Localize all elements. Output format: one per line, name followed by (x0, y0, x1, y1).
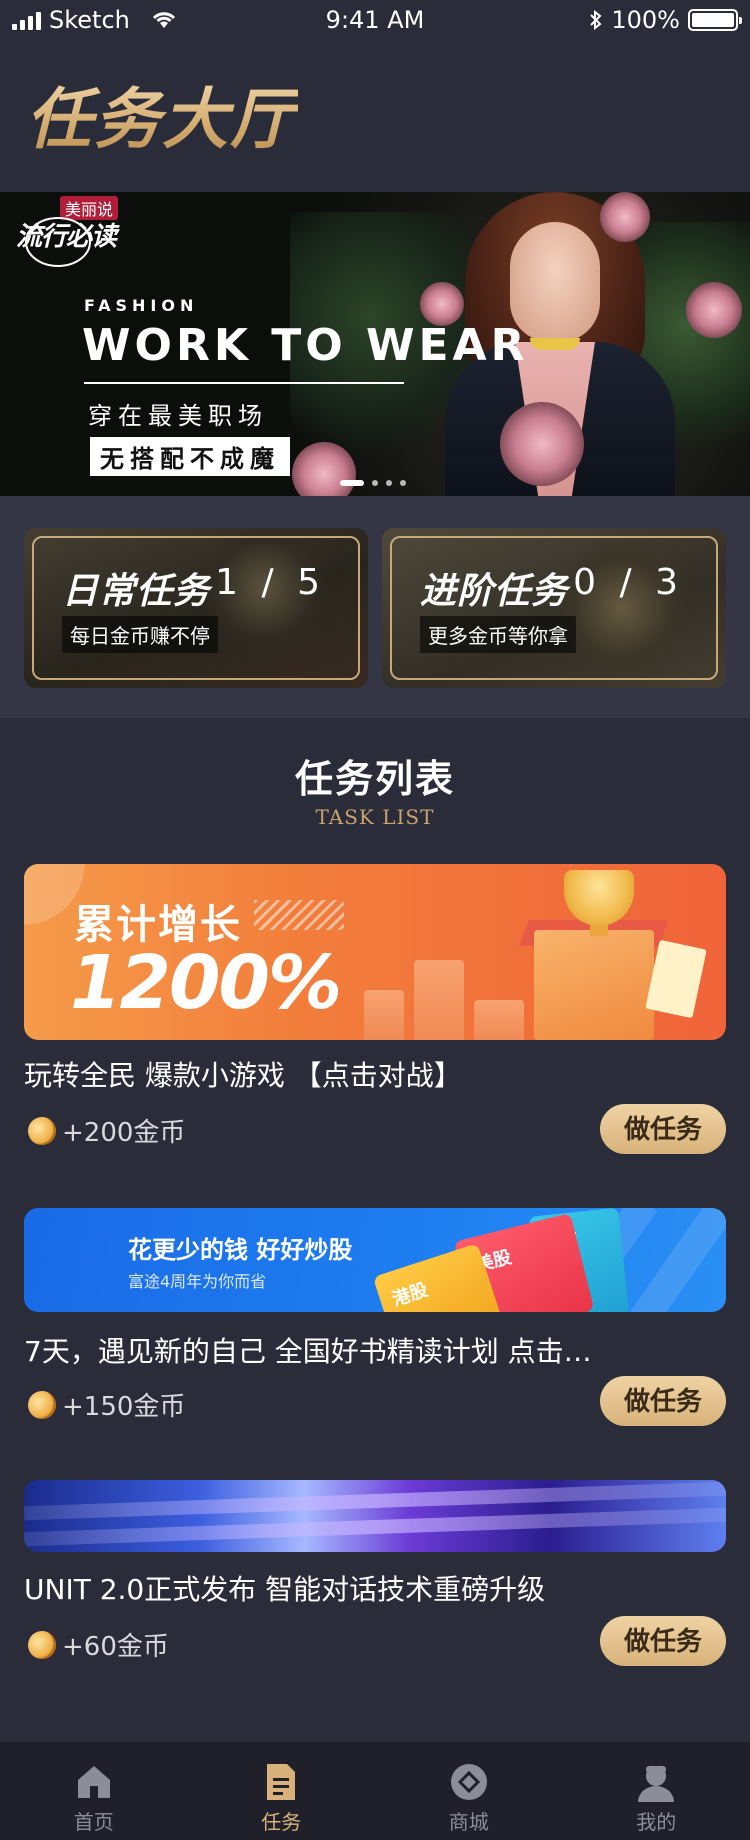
banknote-decoration (645, 939, 707, 1019)
page-title: 任务大厅 (26, 66, 298, 162)
tab-home[interactable]: 首页 (0, 1742, 188, 1840)
do-task-button[interactable]: 做任务 (600, 1616, 726, 1666)
thumb-subline: 富途4周年为你而省 (128, 1272, 267, 1291)
tab-shop[interactable]: 商城 (375, 1742, 563, 1840)
tab-tasks[interactable]: 任务 (188, 1742, 376, 1840)
bar-decoration (414, 960, 464, 1040)
zigzag-decoration (254, 900, 344, 930)
banner-subline: 穿在最美职场 (88, 402, 268, 430)
task-item[interactable]: 累计增长 1200% 玩转全民 爆款小游戏 【点击对战】 +200金币 做任务 (24, 864, 726, 1154)
daily-task-card[interactable]: 日常任务 1 / 5 每日金币赚不停 (24, 528, 368, 688)
advanced-task-card[interactable]: 进阶任务 0 / 3 更多金币等你拿 (382, 528, 726, 688)
banner-divider (84, 382, 404, 384)
banner-tagline: 无搭配不成魔 (90, 437, 290, 476)
task-name: 7天，遇见新的自己 全国好书精读计划 点击… (24, 1335, 592, 1368)
card-progress: 0 / 3 (573, 562, 684, 603)
pagination-dot[interactable] (386, 480, 392, 486)
card-subtitle: 每日金币赚不停 (62, 616, 218, 653)
reward-amount: +200金币 (62, 1118, 186, 1148)
reward-amount: +150金币 (62, 1392, 186, 1422)
shop-icon (450, 1764, 487, 1800)
card-title: 进阶任务 (420, 571, 569, 612)
pagination-dot-active[interactable] (340, 480, 364, 486)
task-name: 玩转全民 爆款小游戏 【点击对战】 (24, 1059, 462, 1092)
banner-headline: WORK TO WEAR (82, 320, 529, 371)
pagination-dot[interactable] (400, 480, 406, 486)
home-icon (77, 1766, 110, 1798)
do-task-button[interactable]: 做任务 (600, 1376, 726, 1426)
task-list-title: 任务列表 (294, 757, 455, 801)
user-icon (638, 1766, 675, 1802)
bar-decoration (364, 990, 404, 1040)
card-progress: 1 / 5 (215, 562, 326, 603)
pagination-dot[interactable] (372, 480, 378, 486)
thumb-figure: 1200% (70, 940, 342, 1026)
battery-icon (688, 9, 742, 31)
task-thumbnail[interactable]: 花更少的钱 好好炒股 富途4周年为你而省 港股 美股 港股 (24, 1208, 726, 1312)
bar-decoration (474, 1000, 524, 1040)
task-thumbnail[interactable] (24, 1480, 726, 1552)
tab-label: 商城 (448, 1810, 489, 1834)
flower-decoration (500, 402, 584, 486)
document-icon (267, 1764, 296, 1800)
tab-label: 首页 (73, 1810, 114, 1834)
card-label: 港股 (389, 1279, 431, 1311)
battery-percent: 100% (611, 6, 680, 34)
status-bar: Sketch 9:41 AM 100% (0, 0, 750, 40)
thumb-headline: 花更少的钱 好好炒股 (128, 1236, 353, 1264)
coin-icon (24, 1112, 60, 1149)
page-header: 任务大厅 (0, 40, 750, 190)
flower-decoration (686, 282, 742, 338)
tab-label: 任务 (261, 1810, 302, 1834)
task-item[interactable]: UNIT 2.0正式发布 智能对话技术重磅升级 +60金币 做任务 (24, 1480, 726, 1680)
task-list-heading: 任务列表 TASK LIST (0, 748, 750, 829)
task-item[interactable]: 花更少的钱 好好炒股 富途4周年为你而省 港股 美股 港股 7天，遇见新的自己 … (24, 1208, 726, 1428)
task-name: UNIT 2.0正式发布 智能对话技术重磅升级 (24, 1573, 546, 1606)
card-title: 日常任务 (62, 571, 211, 612)
banner-pagination[interactable] (340, 480, 406, 486)
task-list-subtitle: TASK LIST (315, 805, 435, 829)
banner-logo: 流行必读 (16, 222, 117, 252)
banner-kicker: FASHION (84, 296, 199, 315)
tab-bar: 首页 任务 商城 我的 (0, 1742, 750, 1840)
task-reward: +150金币 (24, 1386, 186, 1423)
coin-icon (24, 1386, 60, 1423)
task-reward: +60金币 (24, 1626, 169, 1663)
trophy-box (534, 930, 654, 1040)
bluetooth-icon (590, 9, 602, 31)
tab-label: 我的 (636, 1810, 677, 1834)
task-reward: +200金币 (24, 1112, 186, 1149)
trophy-icon (564, 870, 634, 926)
task-thumbnail[interactable]: 累计增长 1200% (24, 864, 726, 1040)
card-subtitle: 更多金币等你拿 (420, 616, 576, 653)
tab-profile[interactable]: 我的 (563, 1742, 750, 1840)
do-task-button[interactable]: 做任务 (600, 1104, 726, 1154)
status-right: 100% (589, 6, 742, 34)
coin-icon (24, 1626, 60, 1663)
flower-decoration (600, 192, 650, 242)
promo-banner[interactable]: 美丽说 流行必读 FASHION WORK TO WEAR 穿在最美职场 无搭配… (0, 192, 750, 496)
reward-amount: +60金币 (62, 1632, 169, 1662)
